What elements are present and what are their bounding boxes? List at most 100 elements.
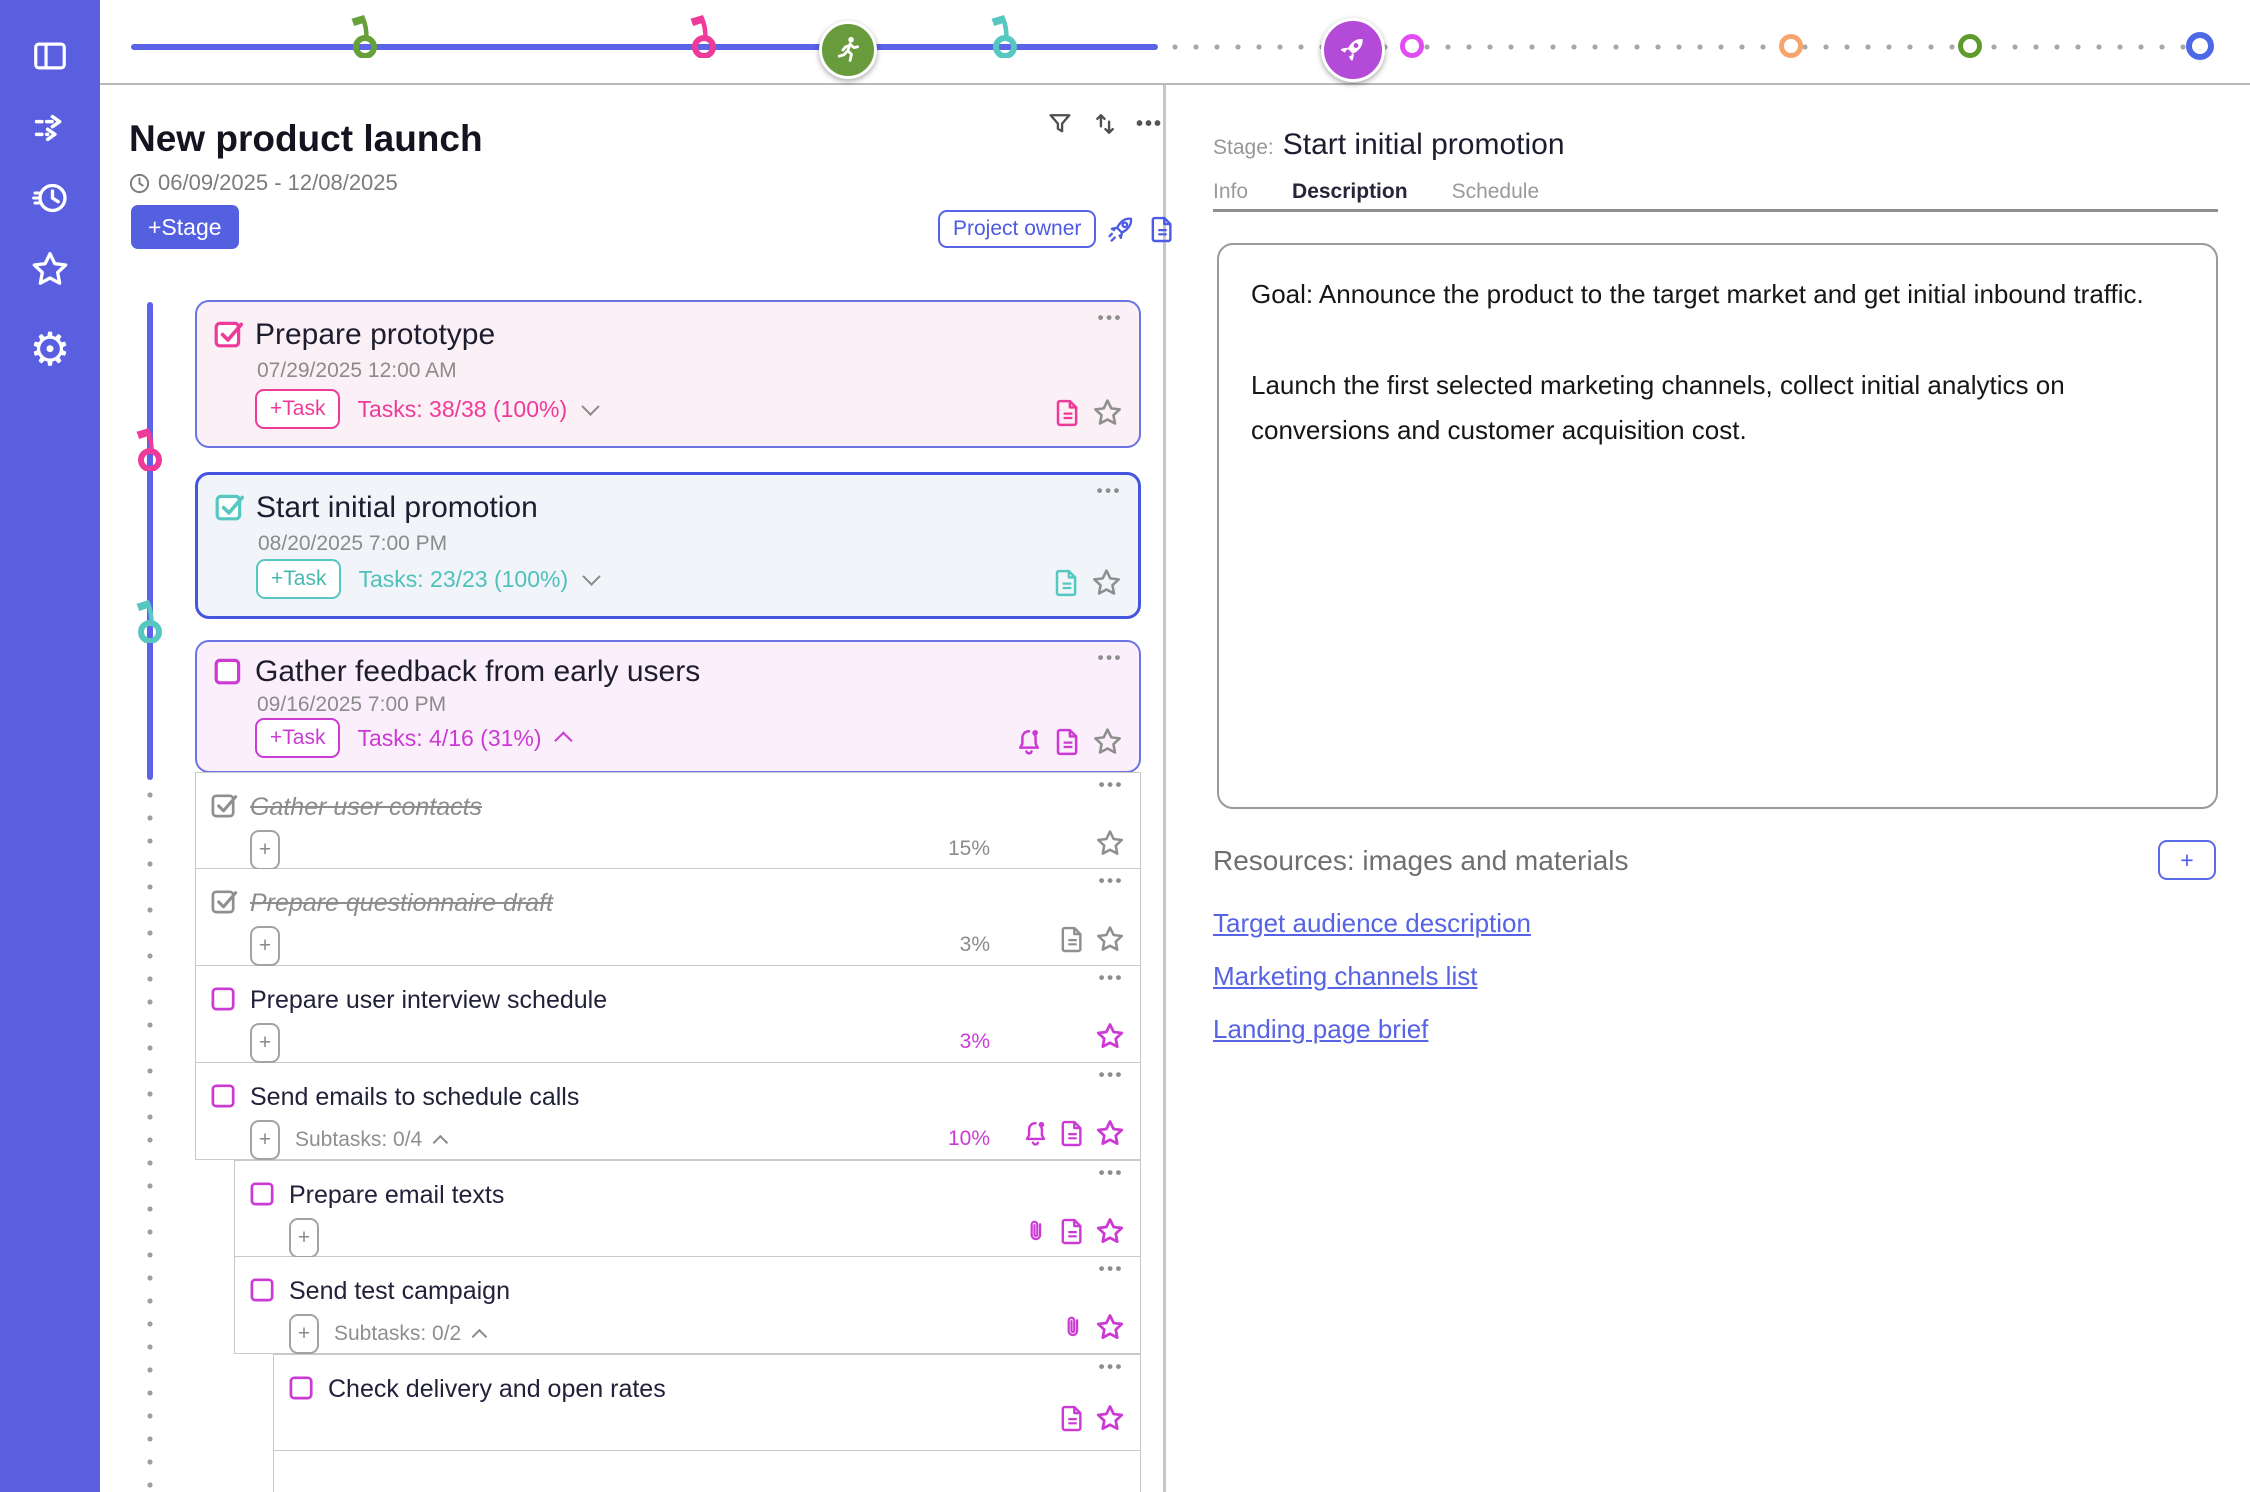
task-checkbox-checked[interactable] — [210, 886, 239, 915]
task-row[interactable]: Prepare questionnaire draft ••• + 3% — [195, 869, 1141, 966]
task-star-icon[interactable] — [1095, 924, 1125, 954]
subtask-row-partial[interactable] — [273, 1451, 1141, 1492]
stage-menu-icon[interactable]: ••• — [1098, 648, 1123, 668]
task-star-icon[interactable] — [1095, 1021, 1125, 1051]
task-notes-icon[interactable] — [1058, 1404, 1087, 1433]
chevron-up-icon[interactable] — [433, 1134, 449, 1150]
add-subtask-button[interactable]: + — [289, 1218, 319, 1258]
task-checkbox-unchecked[interactable] — [210, 983, 239, 1012]
task-checkbox-unchecked[interactable] — [249, 1274, 278, 1303]
subtask-row[interactable]: Send test campaign ••• + Subtasks: 0/2 — [234, 1257, 1141, 1354]
tab-description[interactable]: Description — [1292, 180, 1408, 204]
task-menu-icon[interactable]: ••• — [1099, 775, 1124, 795]
stage-tasks-summary[interactable]: Tasks: 4/16 (31%) — [357, 725, 541, 752]
add-subtask-button[interactable]: + — [250, 1023, 280, 1063]
task-notes-icon[interactable] — [1058, 1217, 1087, 1246]
timeline-flag-marker-green[interactable] — [348, 12, 382, 58]
stage-card-gather-feedback[interactable]: ••• Gather feedback from early users 09/… — [195, 640, 1141, 773]
task-row[interactable]: Send emails to schedule calls ••• + Subt… — [195, 1063, 1141, 1160]
chevron-down-icon[interactable] — [582, 567, 600, 585]
task-menu-icon[interactable]: ••• — [1099, 1065, 1124, 1085]
tab-schedule[interactable]: Schedule — [1452, 180, 1540, 204]
task-checkbox-unchecked[interactable] — [288, 1372, 317, 1401]
add-task-button[interactable]: +Task — [255, 389, 340, 429]
sidebar-history-icon[interactable] — [30, 178, 70, 218]
task-menu-icon[interactable]: ••• — [1099, 871, 1124, 891]
sidebar-settings-icon[interactable]: ⚙ — [29, 326, 70, 372]
add-subtask-button[interactable]: + — [250, 830, 280, 870]
tab-info[interactable]: Info — [1213, 180, 1248, 204]
task-star-icon[interactable] — [1095, 1216, 1125, 1246]
task-checkbox-unchecked[interactable] — [249, 1178, 278, 1207]
add-subtask-button[interactable]: + — [289, 1314, 319, 1354]
task-checkbox-unchecked[interactable] — [210, 1080, 239, 1109]
task-row[interactable]: Prepare user interview schedule ••• + 3% — [195, 966, 1141, 1063]
task-star-icon[interactable] — [1095, 1118, 1125, 1148]
task-star-icon[interactable] — [1095, 1312, 1125, 1342]
stage-description-field[interactable]: Goal: Announce the product to the target… — [1217, 243, 2218, 809]
timeline-flag-marker-pink[interactable] — [687, 12, 721, 58]
task-star-icon[interactable] — [1095, 1403, 1125, 1433]
add-stage-button[interactable]: +Stage — [131, 205, 239, 249]
stage-notes-icon[interactable] — [1052, 568, 1082, 598]
stage-menu-icon[interactable]: ••• — [1098, 308, 1123, 328]
stage-star-icon[interactable] — [1091, 567, 1122, 598]
subtask-row[interactable]: Prepare email texts ••• + — [234, 1160, 1141, 1257]
add-subtask-button[interactable]: + — [250, 1120, 280, 1160]
stage-checkbox-checked[interactable] — [214, 490, 246, 522]
timeline-ring-marker-blue[interactable] — [2186, 32, 2214, 60]
task-notes-icon[interactable] — [1058, 925, 1087, 954]
project-owner-chip[interactable]: Project owner — [938, 210, 1096, 248]
chevron-up-icon[interactable] — [554, 731, 572, 749]
task-menu-icon[interactable]: ••• — [1099, 1357, 1124, 1377]
resource-link-landing-page[interactable]: Landing page brief — [1213, 1014, 1531, 1045]
filter-icon[interactable] — [1046, 110, 1074, 138]
stage-menu-icon[interactable]: ••• — [1097, 481, 1122, 501]
task-attachment-icon[interactable] — [1022, 1217, 1050, 1245]
task-attachment-icon[interactable] — [1059, 1313, 1087, 1341]
task-menu-icon[interactable]: ••• — [1099, 1163, 1124, 1183]
timeline-flag-marker-teal[interactable] — [988, 12, 1022, 58]
timeline-ring-marker-green[interactable] — [1958, 34, 1982, 58]
stage-card-prepare-prototype[interactable]: ••• Prepare prototype 07/29/2025 12:00 A… — [195, 300, 1141, 448]
add-task-button[interactable]: +Task — [256, 559, 341, 599]
stage-tasks-summary[interactable]: Tasks: 38/38 (100%) — [357, 396, 567, 423]
timeline-runner-badge[interactable] — [819, 21, 877, 79]
sidebar-favorites-icon[interactable] — [30, 249, 70, 289]
timeline-ring-marker-magenta[interactable] — [1400, 34, 1424, 58]
sort-icon[interactable] — [1091, 110, 1119, 138]
stage-reminder-icon[interactable] — [1014, 727, 1044, 757]
task-row[interactable]: Gather user contacts ••• + 15% — [195, 772, 1141, 869]
stage-datetime: 07/29/2025 12:00 AM — [257, 359, 457, 383]
sidebar-routes-icon[interactable] — [31, 109, 69, 147]
resource-link-marketing-channels[interactable]: Marketing channels list — [1213, 961, 1531, 992]
timeline-rocket-badge[interactable] — [1321, 18, 1385, 82]
stage-star-icon[interactable] — [1092, 726, 1123, 757]
task-reminder-icon[interactable] — [1021, 1119, 1050, 1148]
task-checkbox-checked[interactable] — [210, 790, 239, 819]
project-notes-icon[interactable] — [1148, 215, 1177, 244]
sidebar-panel-toggle-icon[interactable] — [31, 37, 69, 75]
stage-notes-icon[interactable] — [1053, 727, 1083, 757]
stage-card-start-initial-promotion[interactable]: ••• Start initial promotion 08/20/2025 7… — [195, 472, 1141, 619]
add-task-button[interactable]: +Task — [255, 718, 340, 758]
resource-link-target-audience[interactable]: Target audience description — [1213, 908, 1531, 939]
add-resource-button[interactable]: + — [2158, 840, 2216, 880]
stage-notes-icon[interactable] — [1053, 398, 1083, 428]
project-more-menu-icon[interactable]: ••• — [1136, 113, 1163, 136]
timeline-ring-marker-orange[interactable] — [1779, 34, 1803, 58]
stage-checkbox-unchecked[interactable] — [213, 654, 245, 686]
stage-checkbox-checked[interactable] — [213, 317, 245, 349]
task-notes-icon[interactable] — [1058, 1119, 1087, 1148]
chevron-up-icon[interactable] — [472, 1328, 488, 1344]
task-menu-icon[interactable]: ••• — [1099, 1259, 1124, 1279]
add-subtask-button[interactable]: + — [250, 926, 280, 966]
subtask-row[interactable]: Check delivery and open rates ••• — [273, 1354, 1141, 1451]
stage-star-icon[interactable] — [1092, 397, 1123, 428]
rocket-icon[interactable] — [1106, 213, 1138, 245]
task-menu-icon[interactable]: ••• — [1099, 968, 1124, 988]
task-progress-percent: 3% — [960, 933, 990, 957]
stage-tasks-summary[interactable]: Tasks: 23/23 (100%) — [358, 566, 568, 593]
chevron-down-icon[interactable] — [581, 397, 599, 415]
task-star-icon[interactable] — [1095, 828, 1125, 858]
